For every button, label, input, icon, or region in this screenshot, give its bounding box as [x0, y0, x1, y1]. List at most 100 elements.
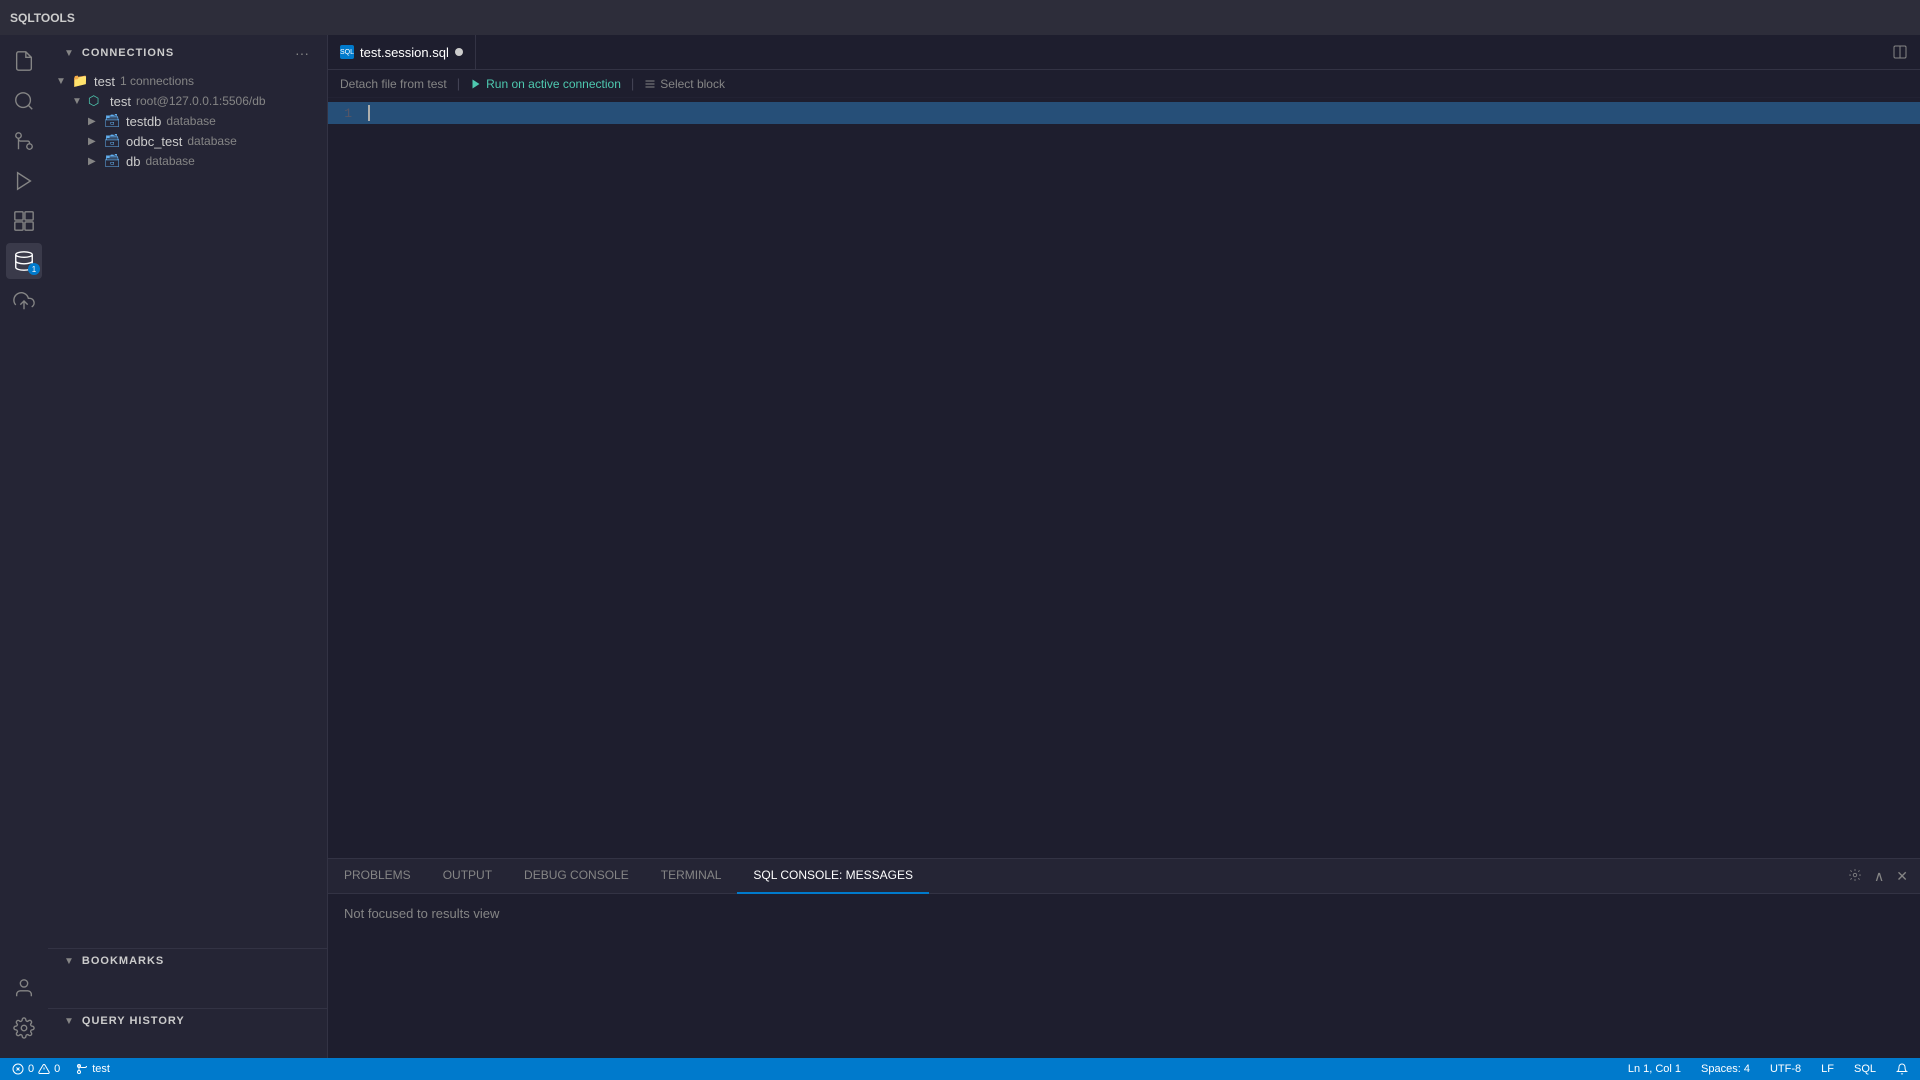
output-label: OUTPUT: [443, 868, 492, 882]
database-icon[interactable]: 1: [6, 243, 42, 279]
tree-item-test-conn[interactable]: ▼ ⬡ test root@127.0.0.1:5506/db: [48, 91, 327, 111]
line-content-1: [368, 105, 1920, 121]
panel-close-icon[interactable]: ✕: [1892, 864, 1912, 889]
panel-tabs: PROBLEMS OUTPUT DEBUG CONSOLE TERMINAL S…: [328, 859, 1920, 894]
language-mode: SQL: [1854, 1063, 1876, 1075]
terminal-label: TERMINAL: [661, 868, 722, 882]
warning-count: 0: [54, 1063, 60, 1075]
editor-toolbar: Detach file from test | Run on active co…: [328, 70, 1920, 98]
status-notifications-icon[interactable]: [1892, 1063, 1912, 1075]
bookmarks-header[interactable]: ▼ BOOKMARKS: [48, 949, 327, 973]
status-bar: 0 0 test Ln 1, Col 1 Spaces: 4 UTF-8 LF …: [0, 1058, 1920, 1080]
search-icon[interactable]: [6, 83, 42, 119]
query-history-title: QUERY HISTORY: [82, 1015, 185, 1027]
sidebar-actions: ···: [293, 43, 311, 63]
query-history-arrow: ▼: [64, 1016, 74, 1027]
panel-message: Not focused to results view: [344, 906, 499, 921]
test-conn-arrow: ▼: [72, 96, 88, 107]
connections-title: CONNECTIONS: [82, 47, 174, 59]
sql-console-label: SQL CONSOLE: MESSAGES: [753, 868, 913, 882]
query-history-header[interactable]: ▼ QUERY HISTORY: [48, 1009, 327, 1033]
activity-bar: 1: [0, 35, 48, 1058]
status-bar-right: Ln 1, Col 1 Spaces: 4 UTF-8 LF SQL: [1624, 1063, 1912, 1075]
files-icon[interactable]: [6, 43, 42, 79]
select-block-btn[interactable]: Select block: [644, 77, 725, 91]
file-encoding: UTF-8: [1770, 1063, 1801, 1075]
split-editor-icon[interactable]: [1888, 40, 1912, 69]
odbc-test-label: odbc_test: [126, 134, 182, 149]
run-connection-btn[interactable]: Run on active connection: [470, 77, 621, 91]
panel-collapse-icon[interactable]: ∧: [1870, 864, 1888, 889]
more-actions-icon[interactable]: ···: [293, 43, 311, 63]
toolbar-sep1: |: [457, 76, 460, 91]
source-control-icon[interactable]: [6, 123, 42, 159]
account-icon[interactable]: [6, 970, 42, 1006]
testdb-arrow: ▶: [88, 116, 104, 127]
panel-tab-sql-console[interactable]: SQL CONSOLE: MESSAGES: [737, 859, 929, 894]
deploy-icon[interactable]: [6, 283, 42, 319]
status-branch-item[interactable]: test: [72, 1063, 114, 1075]
code-editor[interactable]: 1: [328, 98, 1920, 858]
run-label: Run on active connection: [486, 77, 621, 91]
sidebar: ▼ CONNECTIONS ··· ▼ 📁 test 1 connections…: [48, 35, 328, 1058]
db-type: database: [145, 154, 194, 168]
title-bar-left: SQLTOOLS: [10, 11, 75, 25]
database-icon-odbc: 🗃: [104, 133, 122, 149]
test-connections-count: 1 connections: [120, 74, 194, 88]
git-branch: test: [92, 1063, 110, 1075]
testdb-type: database: [166, 114, 215, 128]
tree-item-odbc-test[interactable]: ▶ 🗃 odbc_test database: [48, 131, 327, 151]
error-count: 0: [28, 1063, 34, 1075]
detach-label: Detach file from test: [340, 77, 447, 91]
panel-actions: ∧ ✕: [1836, 864, 1920, 889]
tab-filename: test.session.sql: [360, 45, 449, 60]
status-encoding[interactable]: UTF-8: [1766, 1063, 1805, 1075]
extensions-icon[interactable]: [6, 203, 42, 239]
panel-content: Not focused to results view: [328, 894, 1920, 1058]
bookmarks-section: ▼ BOOKMARKS: [48, 948, 327, 1008]
connections-header: ▼ CONNECTIONS ···: [48, 35, 327, 71]
tab-bar: SQL test.session.sql: [328, 35, 1920, 70]
panel-tab-output[interactable]: OUTPUT: [427, 859, 508, 894]
cursor-position: Ln 1, Col 1: [1628, 1063, 1681, 1075]
settings-icon[interactable]: [6, 1010, 42, 1046]
status-bar-left: 0 0 test: [8, 1063, 114, 1075]
panel-tab-debug[interactable]: DEBUG CONSOLE: [508, 859, 645, 894]
bookmarks-title: BOOKMARKS: [82, 955, 164, 967]
tree-item-testdb[interactable]: ▶ 🗃 testdb database: [48, 111, 327, 131]
db-label: db: [126, 154, 140, 169]
panel-tab-problems[interactable]: PROBLEMS: [328, 859, 427, 894]
run-debug-icon[interactable]: [6, 163, 42, 199]
detach-file-btn[interactable]: Detach file from test: [340, 77, 447, 91]
editor-line-1: 1: [328, 102, 1920, 124]
db-badge: 1: [28, 263, 40, 275]
status-spaces[interactable]: Spaces: 4: [1697, 1063, 1754, 1075]
status-language[interactable]: SQL: [1850, 1063, 1880, 1075]
database-icon-db: 🗃: [104, 153, 122, 169]
bookmarks-arrow: ▼: [64, 956, 74, 967]
sql-file-icon: SQL: [340, 45, 354, 59]
status-error-item[interactable]: 0 0: [8, 1063, 64, 1075]
toolbar-sep2: |: [631, 76, 634, 91]
folder-icon: 📁: [72, 73, 90, 89]
connections-arrow: ▼: [64, 48, 74, 59]
tree-item-test-folder[interactable]: ▼ 📁 test 1 connections: [48, 71, 327, 91]
status-line-ending[interactable]: LF: [1817, 1063, 1838, 1075]
panel-tab-terminal[interactable]: TERMINAL: [645, 859, 738, 894]
connections-section-header[interactable]: ▼ CONNECTIONS: [64, 47, 174, 59]
status-position[interactable]: Ln 1, Col 1: [1624, 1063, 1685, 1075]
testdb-label: testdb: [126, 114, 161, 129]
tab-test-session[interactable]: SQL test.session.sql: [328, 35, 476, 69]
database-icon-testdb: 🗃: [104, 113, 122, 129]
panel: PROBLEMS OUTPUT DEBUG CONSOLE TERMINAL S…: [328, 858, 1920, 1058]
select-label: Select block: [660, 77, 725, 91]
panel-settings-icon[interactable]: [1844, 864, 1866, 889]
line-ending: LF: [1821, 1063, 1834, 1075]
test-folder-label: test: [94, 74, 115, 89]
query-history-section: ▼ QUERY HISTORY: [48, 1008, 327, 1058]
db-arrow: ▶: [88, 156, 104, 167]
tree-item-db[interactable]: ▶ 🗃 db database: [48, 151, 327, 171]
tab-modified-indicator: [455, 48, 463, 56]
indentation: Spaces: 4: [1701, 1063, 1750, 1075]
connection-icon: ⬡: [88, 93, 106, 109]
